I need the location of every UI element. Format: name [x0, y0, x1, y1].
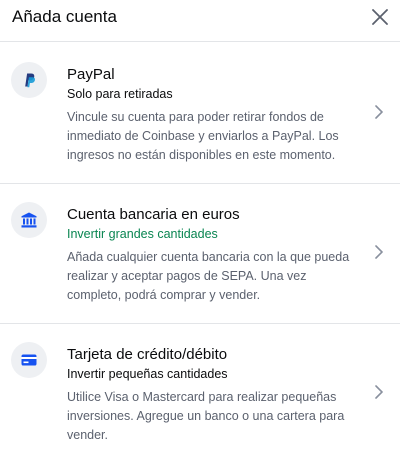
option-subtitle: Invertir grandes cantidades [67, 227, 218, 241]
close-icon [372, 9, 388, 25]
dialog-title: Añada cuenta [12, 7, 117, 26]
chevron-right-icon [375, 245, 383, 259]
credit-card-icon [21, 354, 37, 366]
chevron-right-icon [375, 105, 383, 119]
option-euro-bank-account[interactable]: Cuenta bancaria en euros Invertir grande… [0, 185, 400, 324]
paypal-icon-circle [11, 62, 47, 98]
bank-icon-circle [11, 202, 47, 238]
option-subtitle: Solo para retiradas [67, 87, 173, 101]
option-title: Tarjeta de crédito/débito [67, 346, 228, 363]
option-title: Cuenta bancaria en euros [67, 206, 240, 223]
bank-icon [21, 212, 37, 228]
option-paypal[interactable]: PayPal Solo para retiradas Vincule su cu… [0, 43, 400, 184]
option-description: Añada cualquier cuenta bancaria con la q… [67, 250, 350, 302]
option-description: Vincule su cuenta para poder retirar fon… [67, 110, 339, 162]
dialog-header: Añada cuenta [0, 0, 400, 42]
option-description: Utilice Visa o Mastercard para realizar … [67, 390, 345, 442]
option-credit-debit-card[interactable]: Tarjeta de crédito/débito Invertir peque… [0, 325, 400, 457]
option-subtitle: Invertir pequeñas cantidades [67, 367, 228, 381]
chevron-right-icon [375, 385, 383, 399]
option-title: PayPal [67, 66, 115, 83]
paypal-icon [25, 73, 35, 88]
add-account-dialog: Añada cuenta PayPal Solo para retiradas … [0, 0, 400, 457]
credit-card-icon-circle [11, 342, 47, 378]
close-button[interactable] [368, 5, 392, 29]
